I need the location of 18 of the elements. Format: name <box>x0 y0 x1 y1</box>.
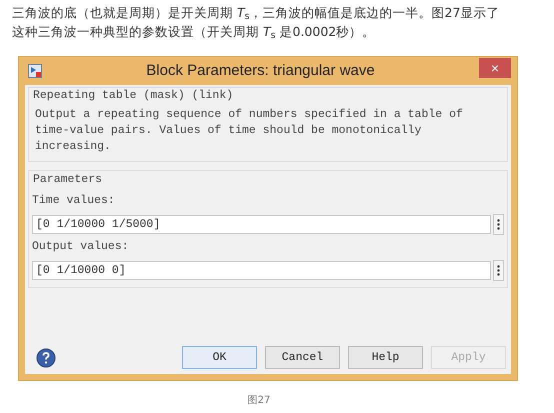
vertical-dots-icon <box>497 219 500 230</box>
article-paragraph: 三角波的底（也就是周期）是开关周期 T$_{s}$，三角波的幅值是底边的一半。图27显示了这种三角波一种典型的参数设置（开关周期 T$_{s}$ 是0.0002秒）。 <box>12 4 500 41</box>
more-options-button[interactable] <box>493 260 504 281</box>
field-label: Time values: <box>32 193 116 209</box>
dialog-button[interactable]: Help <box>348 346 423 369</box>
input-field[interactable]: [0 1/10000 1/5000] <box>32 215 491 234</box>
more-options-button[interactable] <box>493 214 504 235</box>
figure-caption: 图27 <box>248 394 270 408</box>
vertical-dots-icon <box>497 265 500 276</box>
dialog-button[interactable]: OK <box>182 346 257 369</box>
app-icon <box>28 64 42 78</box>
input-field[interactable]: [0 1/10000 0] <box>32 261 491 280</box>
dialog-button[interactable]: Cancel <box>265 346 340 369</box>
window-title: Block Parameters: triangular wave <box>145 60 376 81</box>
close-button[interactable]: × <box>479 58 511 78</box>
field-label: Output values: <box>32 239 130 255</box>
help-icon[interactable] <box>36 348 56 368</box>
block-description: Output a repeating sequence of numbers specified in a table of time-value pairs. Values of time should be monotonically increasing. <box>35 107 464 155</box>
